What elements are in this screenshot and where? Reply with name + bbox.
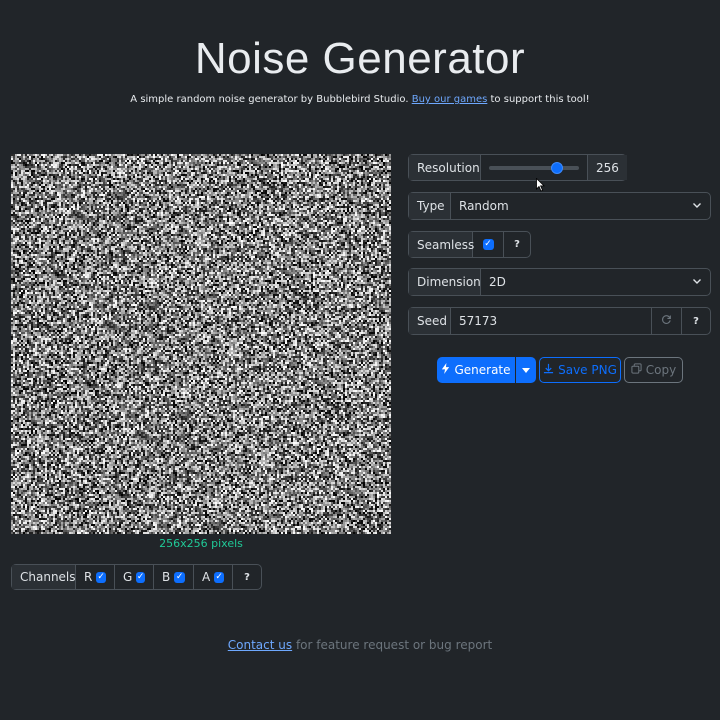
resolution-value: 256: [588, 155, 627, 180]
channels-group: Channels R ✓ G ✓ B ✓ A ✓ ?: [11, 564, 262, 590]
type-label: Type: [409, 193, 451, 219]
channel-r[interactable]: R ✓: [76, 565, 115, 589]
mouse-cursor-icon: [536, 178, 545, 192]
seamless-label: Seamless: [409, 232, 474, 257]
channel-g-label: G: [123, 570, 133, 584]
channel-g[interactable]: G ✓: [115, 565, 154, 589]
save-png-label: Save PNG: [558, 363, 617, 377]
page-title: Noise Generator: [194, 34, 526, 83]
copy-button[interactable]: Copy: [624, 357, 683, 383]
resolution-label: Resolution: [409, 155, 481, 180]
seed-label: Seed: [409, 308, 451, 334]
copy-icon: [631, 363, 642, 377]
image-size-label: 256x256 pixels: [159, 537, 243, 550]
generate-button[interactable]: Generate: [437, 357, 515, 383]
buy-games-link[interactable]: Buy our games: [412, 94, 488, 105]
seamless-group: Seamless ✓ ?: [408, 231, 531, 258]
channel-a[interactable]: A ✓: [194, 565, 233, 589]
noise-preview: [11, 154, 391, 534]
seed-input[interactable]: 57173: [451, 308, 652, 334]
contact-us-link[interactable]: Contact us: [228, 638, 292, 652]
seamless-toggle[interactable]: ✓: [473, 232, 504, 257]
copy-label: Copy: [645, 363, 677, 377]
bolt-icon: [441, 363, 450, 377]
channel-r-label: R: [84, 570, 93, 584]
seed-help-button[interactable]: ?: [682, 308, 710, 334]
check-icon[interactable]: ✓: [136, 571, 145, 583]
type-select[interactable]: Random: [451, 193, 710, 219]
slider-thumb[interactable]: [551, 161, 564, 174]
subtitle-text: A simple random noise generator by Bubbl…: [130, 94, 409, 105]
check-icon[interactable]: ✓: [96, 571, 106, 583]
channel-b-label: B: [162, 570, 171, 584]
refresh-seed-button[interactable]: [652, 308, 682, 334]
dimension-select-value: 2D: [489, 275, 506, 289]
refresh-icon: [661, 314, 672, 328]
channels-label: Channels: [12, 565, 76, 589]
channel-a-label: A: [202, 570, 211, 584]
page-subtitle: A simple random noise generator by Bubbl…: [0, 94, 720, 105]
seed-group: Seed 57173 ?: [408, 307, 711, 335]
footer: Contact us for feature request or bug re…: [0, 638, 720, 652]
channels-help-button[interactable]: ?: [233, 565, 261, 589]
generate-label: Generate: [454, 363, 511, 377]
seamless-help-button[interactable]: ?: [504, 232, 530, 257]
footer-text: for feature request or bug report: [295, 638, 493, 652]
channel-b[interactable]: B ✓: [154, 565, 194, 589]
save-png-button[interactable]: Save PNG: [539, 357, 621, 383]
resolution-group: Resolution 256: [408, 154, 627, 181]
slider-track[interactable]: [489, 161, 579, 174]
type-group: Type Random: [408, 192, 711, 220]
dimension-select[interactable]: 2D: [481, 269, 710, 295]
check-icon[interactable]: ✓: [482, 239, 494, 250]
resolution-slider[interactable]: [481, 155, 588, 180]
dimension-group: Dimension 2D: [408, 268, 711, 296]
chevron-down-icon: [692, 276, 702, 289]
subtitle-text-end: to support this tool!: [490, 94, 590, 105]
download-icon: [543, 363, 554, 377]
caret-down-icon: [522, 363, 530, 377]
check-icon[interactable]: ✓: [214, 571, 224, 583]
chevron-down-icon: [692, 200, 702, 213]
noise-canvas: [11, 154, 391, 534]
generate-dropdown-button[interactable]: [516, 357, 536, 383]
type-select-value: Random: [459, 199, 509, 213]
dimension-label: Dimension: [409, 269, 481, 295]
check-icon[interactable]: ✓: [174, 571, 185, 583]
